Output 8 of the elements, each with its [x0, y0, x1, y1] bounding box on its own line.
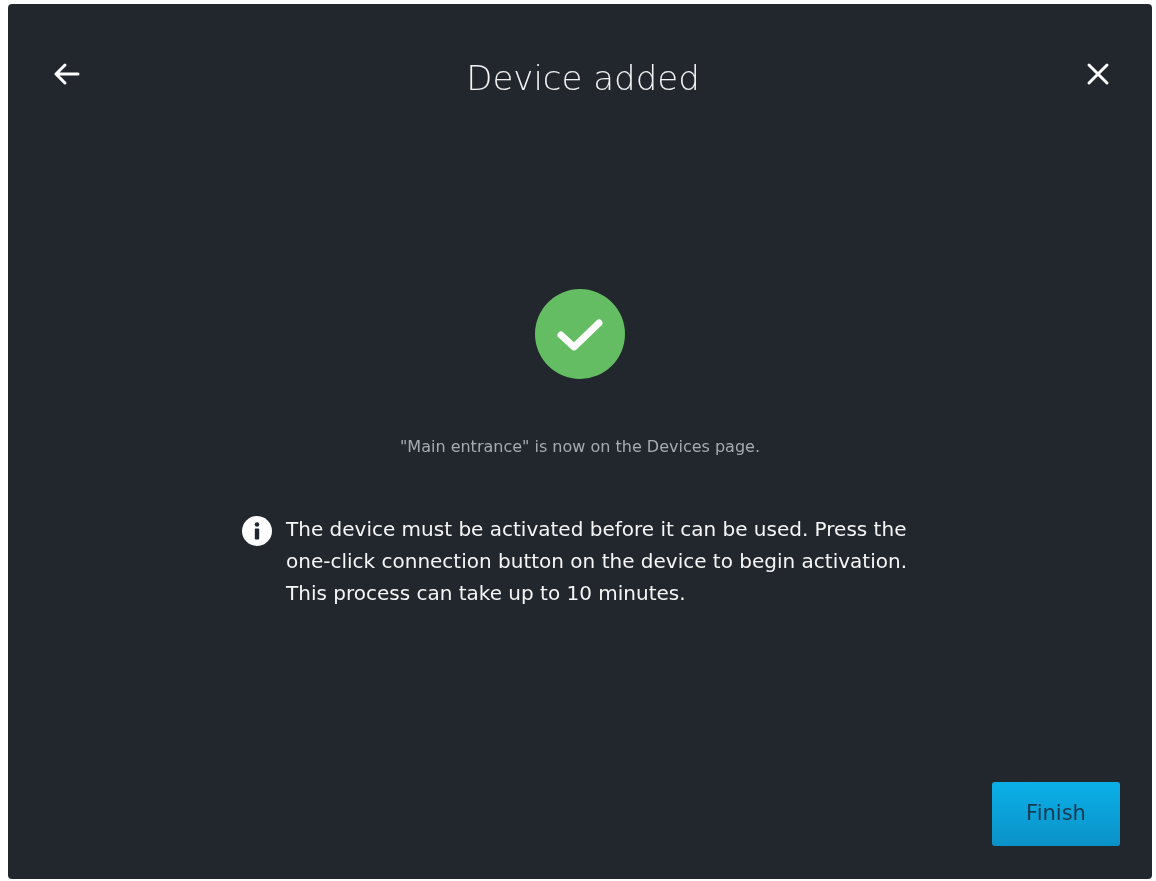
- status-message: "Main entrance" is now on the Devices page.: [400, 436, 760, 458]
- close-icon: [1086, 62, 1110, 86]
- info-text: The device must be activated before it can be used. Press the one-click connection button on the device to begin activation. This process can take up to 10 minutes.: [286, 516, 908, 607]
- back-arrow-icon: [52, 62, 80, 86]
- success-check-icon: [535, 289, 625, 379]
- info-icon: [242, 516, 272, 546]
- dialog-title: Device added: [465, 57, 701, 100]
- finish-button[interactable]: Finish: [992, 782, 1120, 846]
